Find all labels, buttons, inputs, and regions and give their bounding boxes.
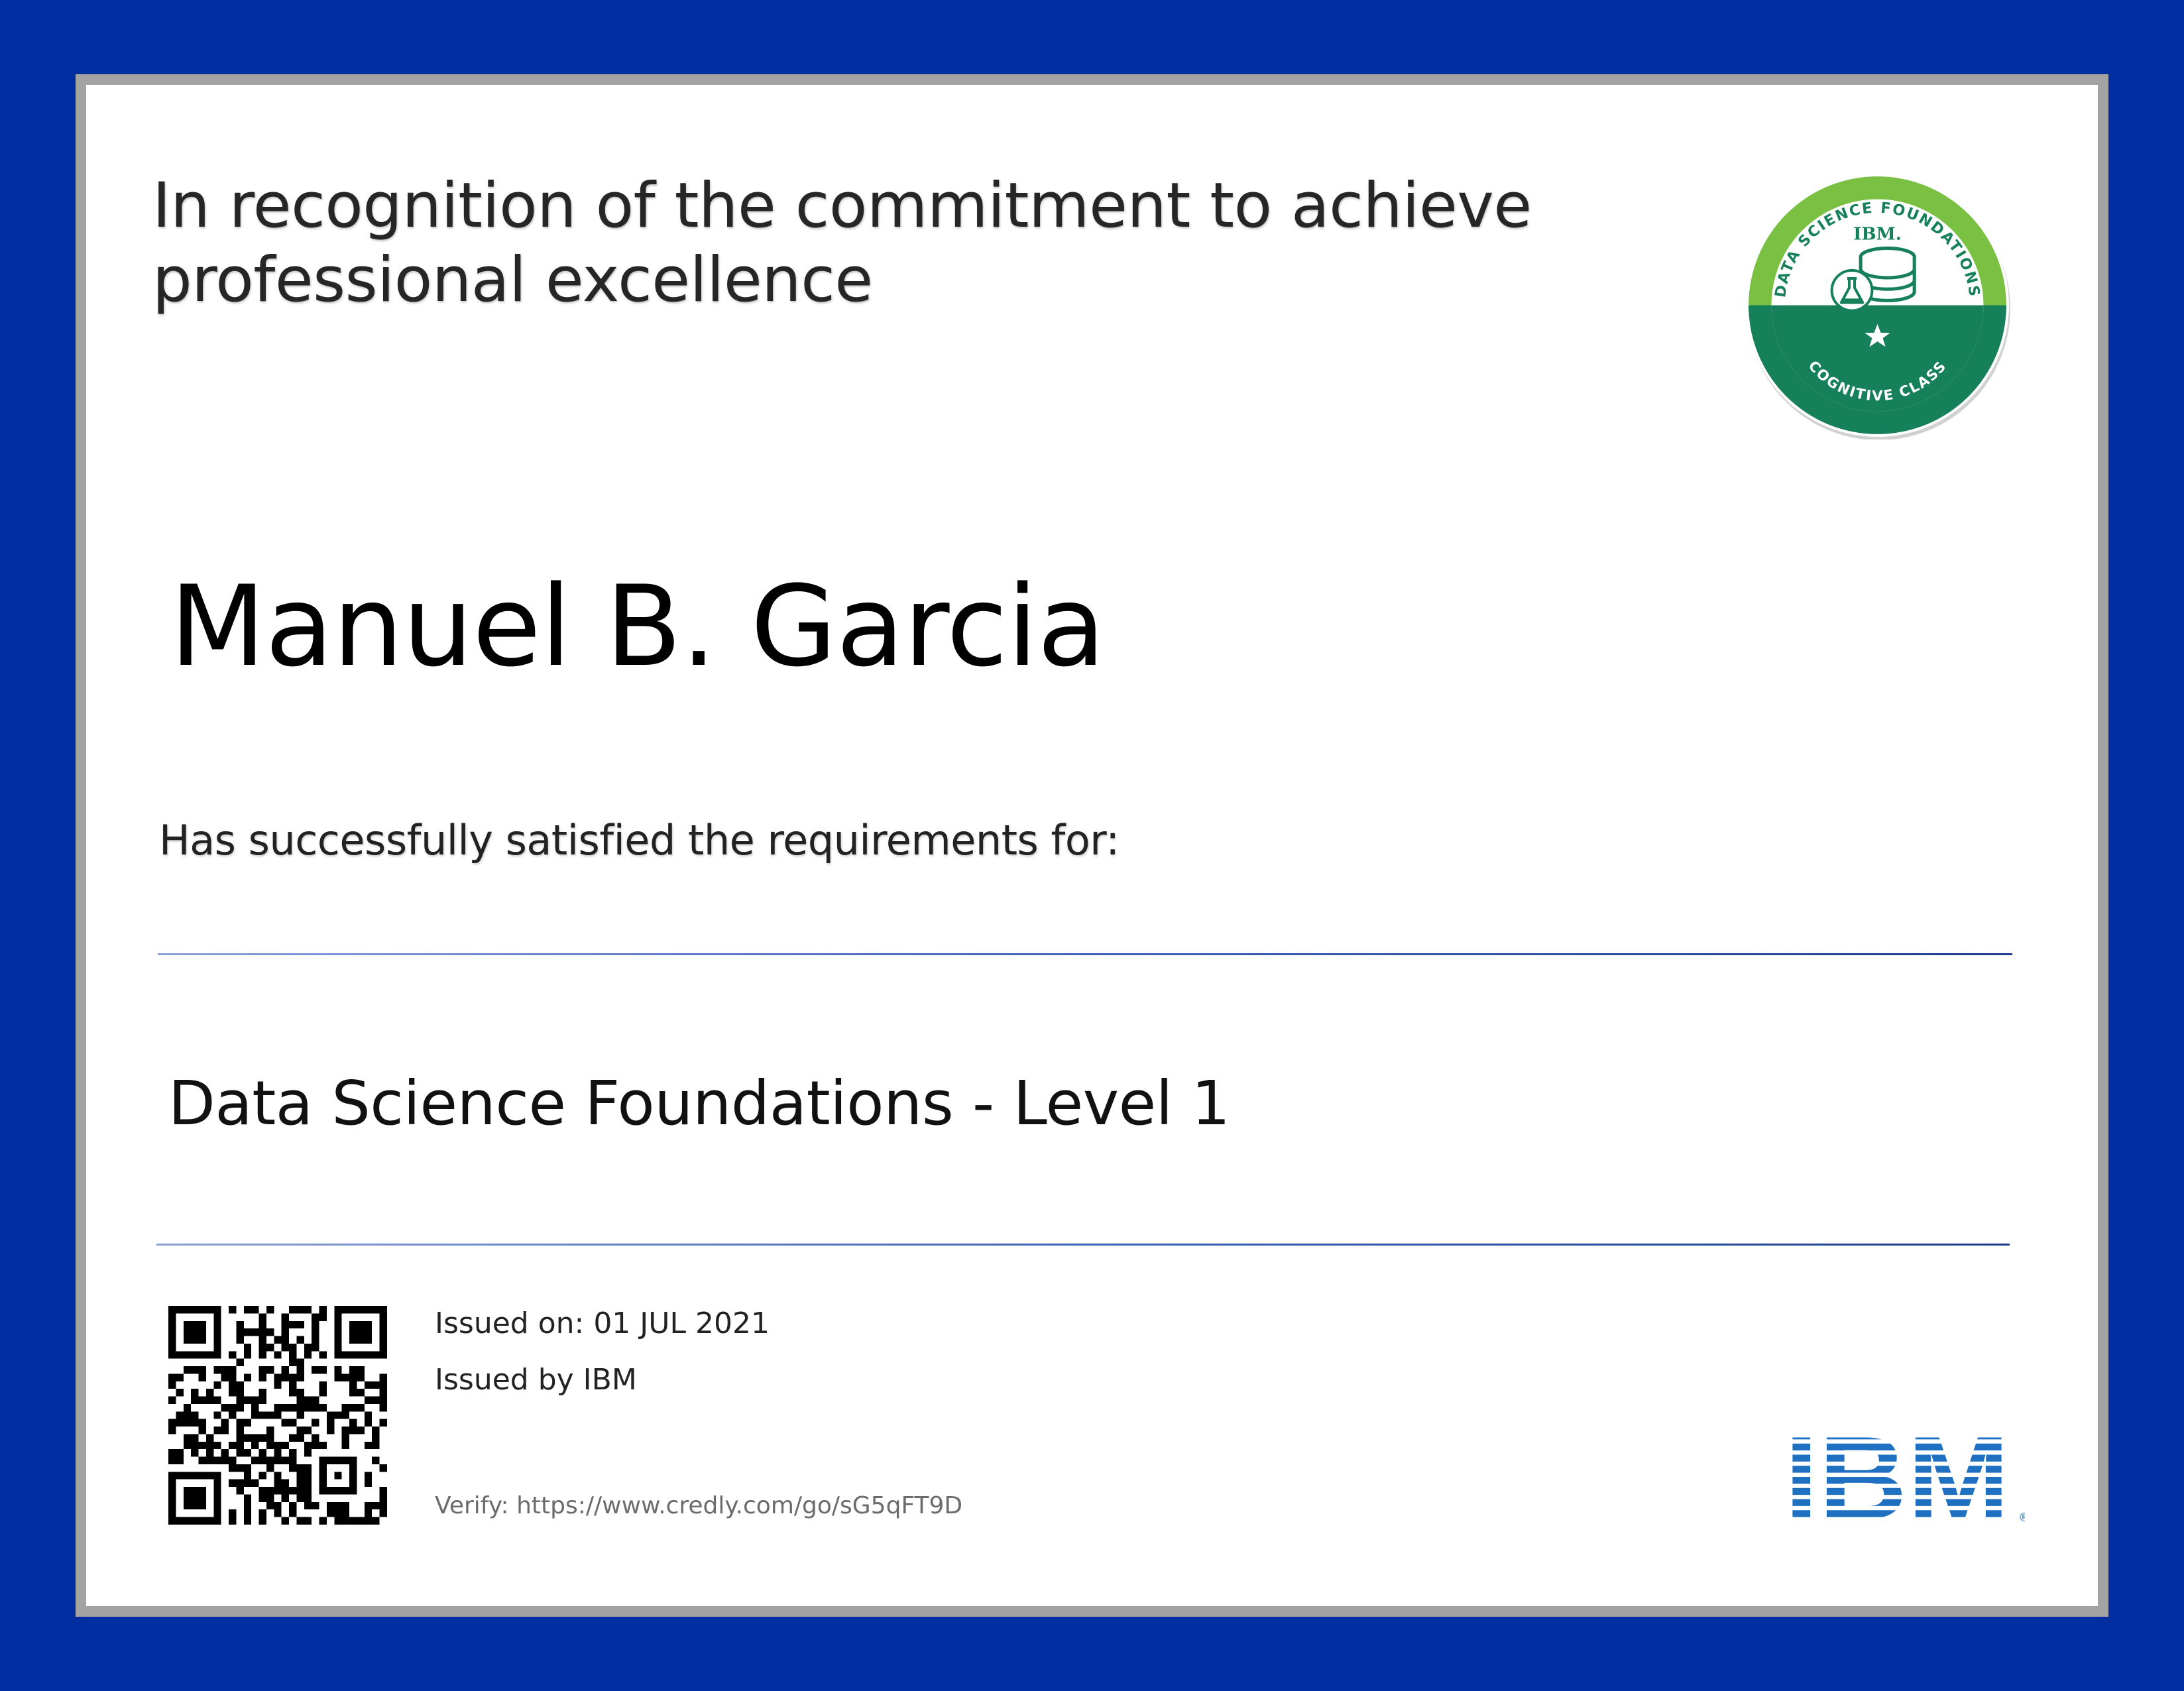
badge-brand-text: IBM. <box>1853 223 1902 244</box>
ibm-logo: IBM ® <box>1784 1429 2025 1525</box>
verify-link[interactable]: Verify: https://www.credly.com/go/sG5qFT… <box>435 1491 962 1521</box>
recipient-name: Manuel B. Garcia <box>170 561 1106 691</box>
divider-top <box>158 953 2012 955</box>
issued-on-date: Issued on: 01 JUL 2021 <box>435 1307 770 1340</box>
issuer: Issued by IBM <box>435 1363 637 1397</box>
ibm-trademark: ® <box>2018 1511 2025 1525</box>
requirements-text: Has successfully satisfied the requireme… <box>159 816 1120 864</box>
ibm-logo-text: IBM <box>1784 1429 2010 1525</box>
flask-icon <box>1830 268 1874 312</box>
divider-bottom <box>156 1244 2010 1246</box>
course-title: Data Science Foundations - Level 1 <box>168 1068 1230 1139</box>
certificate-headline: In recognition of the commitment to achi… <box>152 170 1532 316</box>
qr-code-icon[interactable] <box>168 1306 387 1525</box>
data-science-badge-icon: DATA SCIENCE FOUNDATIONS COGNITIVE CLASS… <box>1746 174 2010 439</box>
